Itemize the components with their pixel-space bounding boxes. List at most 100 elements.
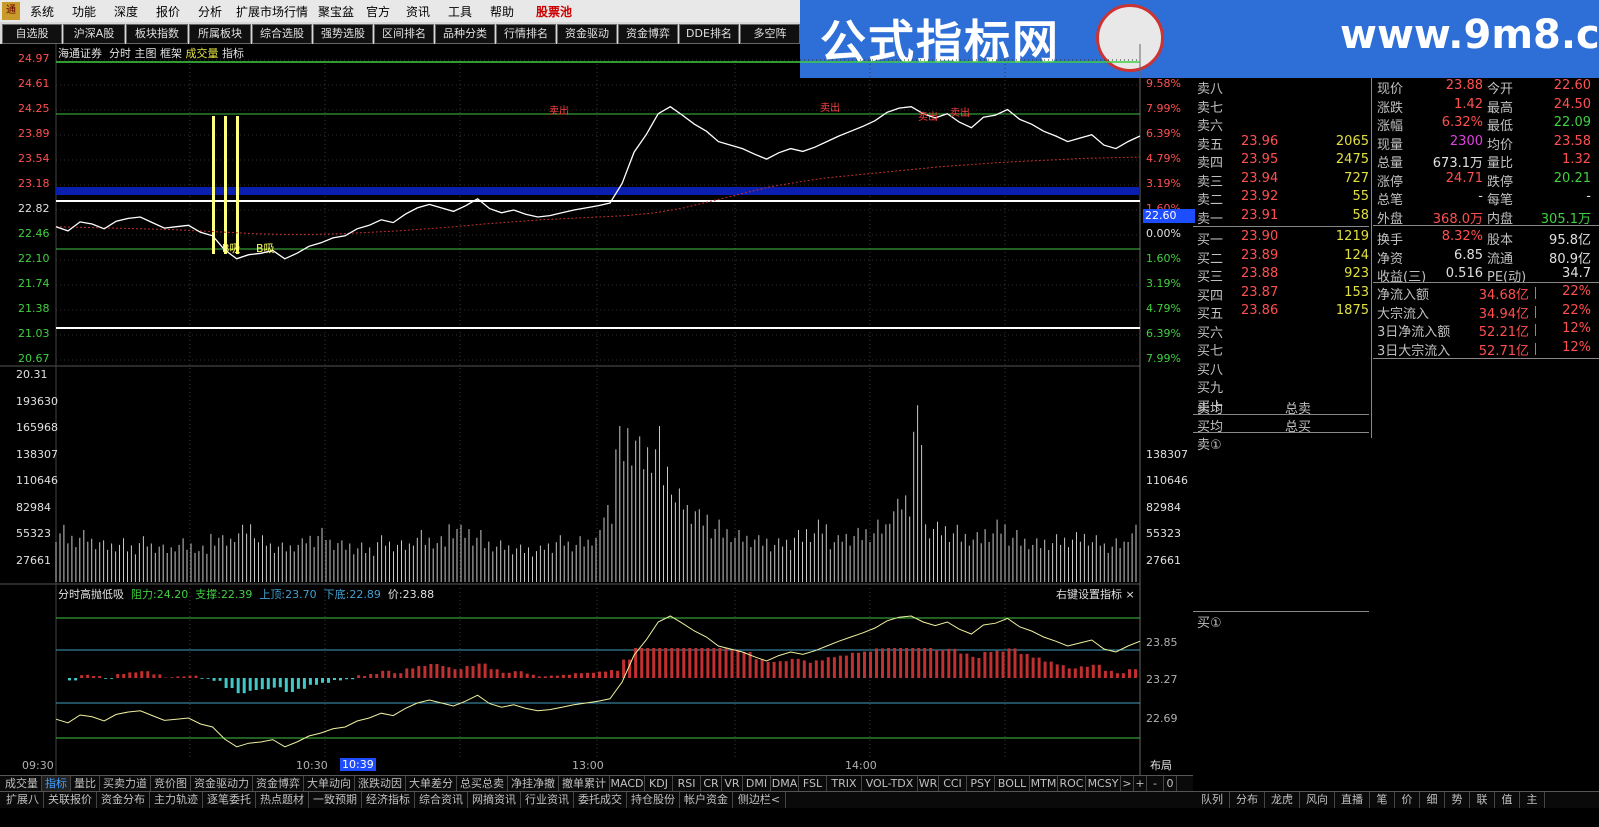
bottom-tab[interactable]: 一致预期	[309, 792, 362, 808]
menu-item-news[interactable]: 资讯	[406, 3, 430, 20]
bottom-tab[interactable]: DMA	[771, 776, 799, 792]
bottom-tab[interactable]: CR	[701, 776, 722, 792]
bottom-tab[interactable]: PSY	[967, 776, 995, 792]
tab-long-short[interactable]: 多空阵	[740, 24, 800, 44]
bottom-tab[interactable]: 行业资讯	[521, 792, 574, 808]
bottom-tab[interactable]: 撤单累计	[559, 776, 610, 792]
bottom-tab[interactable]: 综合资讯	[415, 792, 468, 808]
tab-own-sector[interactable]: 所属板块	[189, 24, 251, 44]
bottom-tab[interactable]: DMI	[743, 776, 771, 792]
tab-watchlist[interactable]: 自选股	[2, 24, 62, 44]
bottom-tab[interactable]: VR	[722, 776, 743, 792]
bottom-tab[interactable]: FSL	[799, 776, 827, 792]
bottom-tab[interactable]: 总买总卖	[457, 776, 508, 792]
bottom-tab[interactable]: 指标	[42, 776, 71, 792]
ind-bar	[284, 678, 288, 692]
bottom-tab[interactable]: KDJ	[645, 776, 673, 792]
bottom-tab[interactable]: 队列	[1195, 792, 1230, 808]
menu-item-quote[interactable]: 报价	[156, 3, 180, 20]
bottom-tab[interactable]: WR	[918, 776, 939, 792]
tab-category[interactable]: 品种分类	[435, 24, 495, 44]
bottom-tab[interactable]: 资金驱动力	[191, 776, 253, 792]
bottom-tab[interactable]: 大单动向	[304, 776, 355, 792]
bottom-tab[interactable]: 价	[1395, 792, 1420, 808]
indicator-settings-hint[interactable]: 右键设置指标 ×	[1056, 586, 1135, 602]
bottom-tab[interactable]: 帐户资金	[680, 792, 733, 808]
bottom-tab[interactable]: 关联报价	[44, 792, 97, 808]
bottom-tab[interactable]: VOL-TDX	[862, 776, 918, 792]
bottom-tab[interactable]: MCSY	[1086, 776, 1121, 792]
bottom-tab[interactable]: -	[1147, 776, 1164, 792]
menu-item-function[interactable]: 功能	[72, 3, 96, 20]
bottom-tab[interactable]: 委托成交	[574, 792, 627, 808]
menu-item-ext-market[interactable]: 扩展市场行情	[236, 3, 308, 20]
bottom-tab[interactable]: 资金博弈	[253, 776, 304, 792]
ind-bar	[616, 670, 620, 678]
bottom-tab[interactable]: >	[1121, 776, 1134, 792]
bottom-tab[interactable]: 主	[1520, 792, 1545, 808]
bottom-tab[interactable]: 0	[1164, 776, 1177, 792]
intraday-chart[interactable]	[0, 44, 1193, 776]
bottom-tab[interactable]: 笔	[1370, 792, 1395, 808]
tab-fund-drive[interactable]: 资金驱动	[557, 24, 617, 44]
tab-sh-sz-a[interactable]: 沪深A股	[63, 24, 125, 44]
bottom-tab[interactable]: 联	[1470, 792, 1495, 808]
bottom-tab[interactable]: 大单差分	[406, 776, 457, 792]
bottom-tab[interactable]: BOLL	[995, 776, 1030, 792]
bottom-tab[interactable]: TRIX	[827, 776, 862, 792]
bottom-tab[interactable]: 细	[1420, 792, 1445, 808]
bottom-tab[interactable]: 逐笔委托	[203, 792, 256, 808]
bottom-tab[interactable]: 网摘资讯	[468, 792, 521, 808]
tab-sector-index[interactable]: 板块指数	[126, 24, 188, 44]
menu-item-tools[interactable]: 工具	[448, 3, 472, 20]
menu-item-analysis[interactable]: 分析	[198, 3, 222, 20]
bottom-tab[interactable]: MACD	[610, 776, 645, 792]
ind-bar	[640, 648, 644, 678]
bottom-tab[interactable]: CCI	[939, 776, 967, 792]
menu-item-help[interactable]: 帮助	[490, 3, 514, 20]
tab-fund-game[interactable]: 资金博弈	[618, 24, 678, 44]
menu-item-jubaopen[interactable]: 聚宝盆	[318, 3, 354, 20]
bottom-tab[interactable]: +	[1134, 776, 1147, 792]
bottom-tab[interactable]: 买卖力道	[100, 776, 151, 792]
bottom-tab[interactable]: 热点题材	[256, 792, 309, 808]
stats-divider	[1373, 225, 1599, 226]
bottom-tab[interactable]: 资金分布	[97, 792, 150, 808]
tab-strong-select[interactable]: 强势选股	[313, 24, 373, 44]
close-icon[interactable]: ×	[1126, 588, 1135, 601]
bottom-tab[interactable]: 直播	[1335, 792, 1370, 808]
bottom-tab[interactable]: 持仓股份	[627, 792, 680, 808]
bottom-tab[interactable]: 扩展八	[2, 792, 44, 808]
bottom-tab[interactable]: 成交量	[2, 776, 42, 792]
bottom-tab[interactable]: MTM	[1030, 776, 1058, 792]
ind-bar	[146, 671, 150, 678]
bottom-tab[interactable]: 风向	[1300, 792, 1335, 808]
menu-item-system[interactable]: 系统	[30, 3, 54, 20]
ind-bar	[935, 650, 939, 678]
menu-item-official[interactable]: 官方	[366, 3, 390, 20]
bottom-tab[interactable]: 涨跌动因	[355, 776, 406, 792]
bottom-tab[interactable]: 分布	[1230, 792, 1265, 808]
bottom-tab[interactable]: 龙虎	[1265, 792, 1300, 808]
bottom-tab[interactable]: ROC	[1058, 776, 1086, 792]
bottom-tab[interactable]: 经济指标	[362, 792, 415, 808]
bottom-tab[interactable]: 主力轨迹	[150, 792, 203, 808]
bottom-tab[interactable]: 净挂净撤	[508, 776, 559, 792]
ind-bar	[513, 671, 517, 678]
bottom-tab[interactable]: RSI	[673, 776, 701, 792]
sell-queue-label: 卖①	[1197, 438, 1222, 453]
bottom-tab[interactable]: 值	[1495, 792, 1520, 808]
price-tick: 21.38	[18, 302, 50, 315]
bottom-tab[interactable]: 势	[1445, 792, 1470, 808]
tab-range-rank[interactable]: 区间排名	[374, 24, 434, 44]
bottom-tab[interactable]: 侧边栏<	[733, 792, 786, 808]
tab-dde-rank[interactable]: DDE排名	[679, 24, 739, 44]
layout-button[interactable]: 布局	[1150, 757, 1172, 773]
bottom-tab[interactable]: 竞价图	[151, 776, 191, 792]
ind-bar	[1091, 664, 1095, 678]
tab-combo-select[interactable]: 综合选股	[252, 24, 312, 44]
menu-item-depth[interactable]: 深度	[114, 3, 138, 20]
bottom-tab[interactable]: 量比	[71, 776, 100, 792]
tab-quote-rank[interactable]: 行情排名	[496, 24, 556, 44]
menu-item-stock-pool[interactable]: 股票池	[536, 3, 572, 20]
